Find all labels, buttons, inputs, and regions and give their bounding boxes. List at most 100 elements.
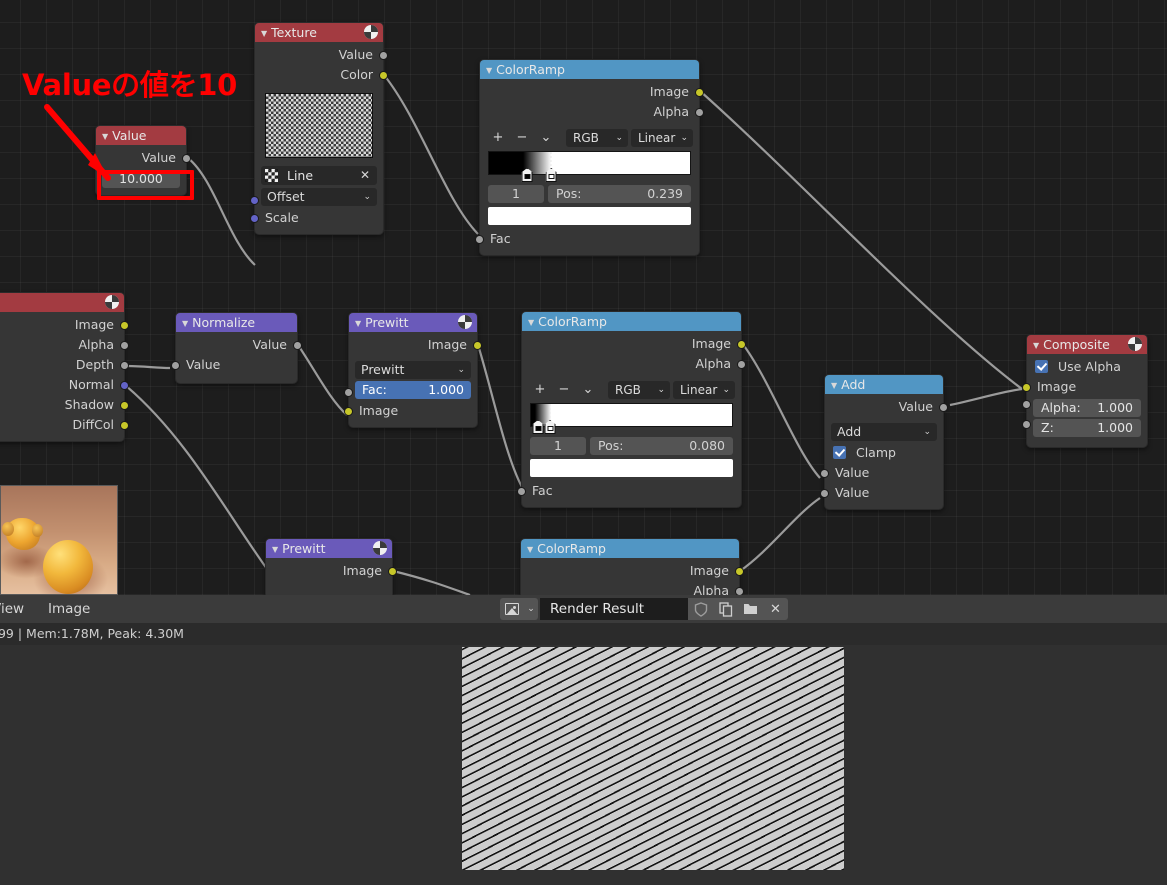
node-colorramp-top-header[interactable]: ▼ ColorRamp [480, 60, 699, 79]
socket-row-value-out[interactable]: Value [96, 148, 191, 168]
colorramp-fields[interactable]: 1 Pos: 0.239 [488, 185, 691, 203]
collapse-triangle-icon[interactable]: ▼ [486, 66, 492, 75]
socket-value-in-1[interactable] [820, 468, 829, 478]
socket-value-out[interactable] [182, 153, 191, 163]
socket-alpha-out[interactable] [120, 340, 129, 350]
socket-row-image-out[interactable]: Image [349, 335, 482, 355]
interpolation-select[interactable]: Linear ⌄ [631, 129, 693, 147]
clamp-checkbox[interactable] [833, 446, 846, 459]
socket-row-normal-out[interactable]: Normal [0, 375, 129, 395]
socket-shadow-out[interactable] [120, 400, 129, 410]
socket-image-in[interactable] [344, 406, 353, 416]
z-field[interactable]: Z: 1.000 [1033, 419, 1141, 437]
socket-image-out[interactable] [120, 320, 129, 330]
socket-fac-in[interactable] [517, 486, 526, 496]
socket-row-depth-out[interactable]: Depth [0, 355, 129, 375]
collapse-triangle-icon[interactable]: ▼ [355, 319, 361, 328]
socket-row-image-out[interactable]: Image [0, 315, 129, 335]
colorramp-fields[interactable]: 1 Pos: 0.080 [530, 437, 733, 455]
image-editor-header[interactable]: View Image ⌄ Render Result ✕ [0, 595, 1167, 623]
socket-row-alpha-out[interactable]: Alpha [522, 354, 746, 374]
socket-row-shadow-out[interactable]: Shadow [0, 395, 129, 415]
socket-row-image-out[interactable]: Image [266, 561, 397, 581]
alpha-field[interactable]: Alpha: 1.000 [1033, 399, 1141, 417]
colorramp-index-field[interactable]: 1 [530, 437, 586, 455]
node-composite-header[interactable]: ▼ Composite [1027, 335, 1147, 354]
use-alpha-checkbox-row[interactable]: Use Alpha [1027, 357, 1147, 377]
unlink-x-icon[interactable]: ✕ [763, 598, 788, 620]
color-mode-select[interactable]: RGB ⌄ [566, 129, 628, 147]
socket-image-out[interactable] [695, 87, 704, 97]
interpolation-select[interactable]: Linear ⌄ [673, 381, 735, 399]
collapse-triangle-icon[interactable]: ▼ [261, 29, 267, 38]
collapse-triangle-icon[interactable]: ▼ [527, 545, 533, 554]
colorramp-toolbar[interactable]: + − ⌄ RGB ⌄ Linear ⌄ [522, 380, 741, 400]
color-mode-select[interactable]: RGB ⌄ [608, 381, 670, 399]
socket-alpha-out[interactable] [737, 359, 746, 369]
image-editor[interactable]: View Image ⌄ Render Result ✕ [0, 595, 1167, 885]
node-texture-header[interactable]: ▼ Texture [255, 23, 383, 42]
colorramp-pos-field[interactable]: Pos: 0.080 [590, 437, 733, 455]
socket-row-image-in[interactable]: Image [1022, 377, 1147, 397]
colorramp-pos-field[interactable]: Pos: 0.239 [548, 185, 691, 203]
socket-offset-in[interactable] [250, 195, 259, 205]
colorramp-color-swatch[interactable] [530, 459, 733, 477]
fac-input-row[interactable]: Fac: 1.000 [344, 381, 477, 399]
socket-row-color-out[interactable]: Color [255, 65, 388, 85]
socket-alpha-out[interactable] [735, 586, 744, 595]
collapse-triangle-icon[interactable]: ▼ [102, 132, 108, 141]
socket-row-value-out[interactable]: Value [255, 45, 388, 65]
node-prewitt-mid[interactable]: ▼ Prewitt Image Prewitt ⌄ Fac: 1.000 Ima… [344, 312, 482, 428]
fake-user-shield-icon[interactable] [688, 598, 713, 620]
socket-row-fac-in[interactable]: Fac [475, 229, 699, 249]
image-name-field[interactable]: Render Result [540, 598, 688, 620]
socket-row-value-out[interactable]: Value [176, 335, 302, 355]
image-datablock-dropdown-icon[interactable]: ⌄ [524, 598, 538, 620]
clamp-checkbox-row[interactable]: Clamp [825, 443, 943, 463]
remove-stop-button[interactable]: − [510, 129, 534, 147]
node-colorramp-mid[interactable]: ▼ ColorRamp Image Alpha + − ⌄ RGB ⌄ Line… [517, 311, 746, 508]
remove-stop-button[interactable]: − [552, 381, 576, 399]
alpha-field-row[interactable]: Alpha: 1.000 [1022, 399, 1141, 417]
node-colorramp-top[interactable]: ▼ ColorRamp Image Alpha + − ⌄ RGB ⌄ Line… [475, 59, 704, 256]
use-alpha-checkbox[interactable] [1035, 360, 1048, 373]
node-add[interactable]: ▼ Add Value Add ⌄ Clamp Value Value [820, 374, 948, 510]
socket-row-image-out[interactable]: Image [480, 82, 704, 102]
socket-alpha-in[interactable] [1022, 399, 1031, 409]
socket-row-value-in-1[interactable]: Value [820, 463, 943, 483]
socket-scale-in[interactable] [250, 213, 259, 223]
node-value-header[interactable]: ▼ Value [96, 126, 186, 145]
socket-image-out[interactable] [735, 566, 744, 576]
socket-value-in-2[interactable] [820, 488, 829, 498]
menu-view[interactable]: View [0, 601, 24, 617]
image-datablock-icon[interactable] [500, 598, 524, 620]
node-normalize[interactable]: ▼ Normalize Value Value [171, 312, 302, 384]
node-composite[interactable]: ▼ Composite Use Alpha Image Alpha: 1.000 [1022, 334, 1148, 448]
image-editor-menus[interactable]: View Image [0, 601, 114, 617]
node-prewitt-bottom-header[interactable]: ▼ Prewitt [266, 539, 392, 558]
socket-value-out[interactable] [939, 402, 948, 412]
socket-image-out[interactable] [388, 566, 397, 576]
socket-value-out[interactable] [379, 50, 388, 60]
add-stop-button[interactable]: + [486, 129, 510, 147]
socket-fac-in[interactable] [475, 234, 484, 244]
colorramp-gradient-bar[interactable] [530, 403, 733, 434]
socket-diffcol-out[interactable] [120, 420, 129, 430]
socket-alpha-out[interactable] [695, 107, 704, 117]
node-prewitt-mid-header[interactable]: ▼ Prewitt [349, 313, 477, 332]
colorramp-stop-0[interactable] [521, 168, 533, 182]
texture-input-scale[interactable]: Scale [250, 208, 383, 228]
socket-color-out[interactable] [379, 70, 388, 80]
socket-image-in[interactable] [1022, 382, 1031, 392]
menu-image[interactable]: Image [48, 601, 90, 617]
node-colorramp-mid-header[interactable]: ▼ ColorRamp [522, 312, 741, 331]
colorramp-toolbar[interactable]: + − ⌄ RGB ⌄ Linear ⌄ [480, 128, 699, 148]
node-render-layers-header[interactable] [0, 293, 124, 312]
collapse-triangle-icon[interactable]: ▼ [1033, 341, 1039, 350]
colorramp-index-field[interactable]: 1 [488, 185, 544, 203]
node-add-header[interactable]: ▼ Add [825, 375, 943, 394]
z-field-row[interactable]: Z: 1.000 [1022, 419, 1141, 437]
socket-row-image-out[interactable]: Image [522, 334, 746, 354]
socket-row-image-out[interactable]: Image [521, 561, 744, 581]
socket-value-in[interactable] [171, 360, 180, 370]
